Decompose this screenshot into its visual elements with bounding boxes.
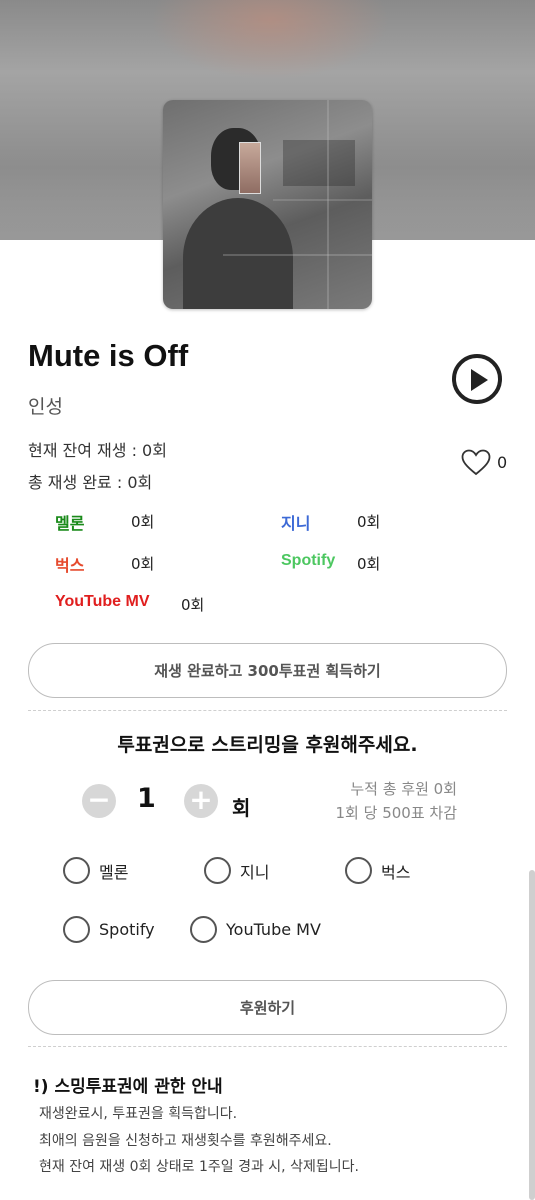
platform-bugs-count: 0회	[131, 555, 155, 573]
radio-circle[interactable]	[63, 857, 90, 884]
platform-bugs-label: 벅스	[55, 558, 85, 575]
radio-bugs[interactable]: 벅스	[345, 857, 410, 884]
minus-icon: −	[87, 783, 111, 816]
increase-button[interactable]: +	[184, 784, 218, 818]
artist-name: 인성	[28, 396, 63, 418]
notice-line: 최애의 음원을 신청하고 재생횟수를 후원해주세요.	[39, 1133, 332, 1149]
divider	[28, 1046, 507, 1047]
remaining-plays: 현재 잔여 재생 : 0회	[28, 441, 167, 460]
radio-circle[interactable]	[345, 857, 372, 884]
quantity-unit: 회	[232, 796, 251, 820]
platform-genie-label: 지니	[281, 516, 311, 533]
completed-plays: 총 재생 완료 : 0회	[28, 473, 153, 492]
platform-melon-count: 0회	[131, 513, 155, 531]
notice-line: 재생완료시, 투표권을 획득합니다.	[39, 1106, 238, 1122]
notice-line: 현재 잔여 재생 0회 상태로 1주일 경과 시, 삭제됩니다.	[39, 1159, 359, 1175]
cost-note: 1회 당 500표 차감	[335, 804, 457, 822]
album-cover	[163, 100, 372, 309]
radio-label: Spotify	[99, 920, 155, 939]
play-button[interactable]	[452, 354, 502, 404]
quantity-value: 1	[137, 783, 156, 814]
divider	[28, 710, 507, 711]
decrease-button[interactable]: −	[82, 784, 116, 818]
heart-icon	[461, 449, 491, 476]
platform-melon-label: 멜론	[55, 516, 85, 533]
platform-youtube-label: YouTube MV	[55, 593, 150, 610]
like-button[interactable]: 0	[461, 449, 507, 476]
play-icon	[471, 369, 488, 391]
radio-genie[interactable]: 지니	[204, 857, 269, 884]
notice-title: !) 스밍투표권에 관한 안내	[33, 1077, 223, 1097]
total-support-note: 누적 총 후원 0회	[350, 780, 457, 798]
scrollbar[interactable]	[529, 870, 535, 1200]
radio-circle[interactable]	[63, 916, 90, 943]
cover-lines	[223, 100, 372, 309]
support-button[interactable]: 후원하기	[28, 980, 507, 1035]
radio-melon[interactable]: 멜론	[63, 857, 128, 884]
platform-spotify-count: 0회	[357, 555, 381, 573]
earn-vote-button[interactable]: 재생 완료하고 300투표권 획득하기	[28, 643, 507, 698]
radio-circle[interactable]	[204, 857, 231, 884]
radio-spotify[interactable]: Spotify	[63, 916, 155, 943]
radio-label: 지니	[240, 862, 270, 882]
platform-genie-count: 0회	[357, 513, 381, 531]
platform-youtube-count: 0회	[181, 596, 205, 614]
song-title: Mute is Off	[28, 338, 189, 373]
radio-circle[interactable]	[190, 916, 217, 943]
support-heading: 투표권으로 스트리밍을 후원해주세요.	[117, 734, 418, 756]
radio-label: 멜론	[99, 862, 129, 882]
radio-label: 벅스	[381, 862, 411, 882]
platform-spotify-label: Spotify	[281, 552, 336, 569]
plus-icon: +	[189, 783, 213, 816]
like-count: 0	[497, 453, 508, 472]
radio-youtube-mv[interactable]: YouTube MV	[190, 916, 321, 943]
radio-label: YouTube MV	[226, 920, 321, 939]
